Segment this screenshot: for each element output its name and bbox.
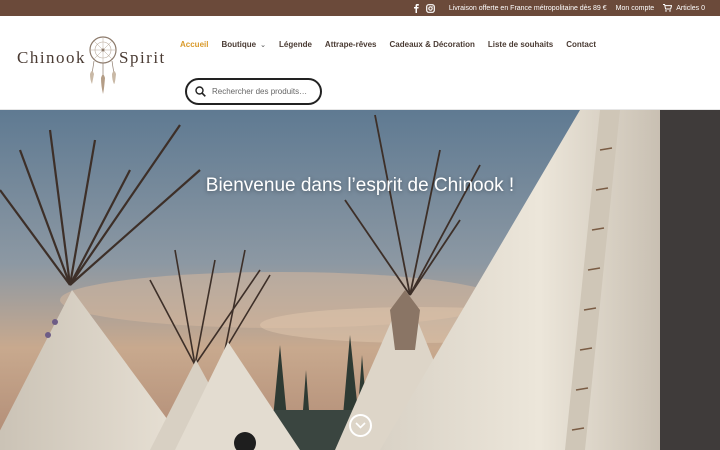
nav-item-attrape-reves[interactable]: Attrape-rêves bbox=[325, 40, 377, 49]
site-logo[interactable]: Chinook Spirit bbox=[17, 34, 169, 96]
search-icon[interactable] bbox=[195, 86, 206, 97]
chevron-down-icon: ⌄ bbox=[260, 41, 267, 49]
main-nav: Accueil Boutique ⌄ Légende Attrape-rêves… bbox=[180, 40, 609, 49]
hero-background-image bbox=[0, 110, 720, 450]
cart-label: Articles 0 bbox=[676, 4, 705, 12]
account-link[interactable]: Mon compte bbox=[616, 5, 655, 12]
hero-banner: Bienvenue dans l’esprit de Chinook ! bbox=[0, 110, 720, 450]
chevron-down-icon bbox=[355, 422, 366, 429]
instagram-icon[interactable] bbox=[425, 3, 435, 13]
nav-item-cadeaux-decoration[interactable]: Cadeaux & Décoration bbox=[390, 40, 475, 49]
search-input[interactable] bbox=[212, 87, 317, 96]
shipping-notice: Livraison offerte en France métropolitai… bbox=[448, 4, 607, 12]
scroll-down-button[interactable] bbox=[349, 414, 372, 437]
top-bar: Livraison offerte en France métropolitai… bbox=[0, 0, 720, 16]
hero-title: Bienvenue dans l’esprit de Chinook ! bbox=[205, 175, 515, 196]
site-header: Chinook Spirit Accueil Boutique ⌄ Légend… bbox=[0, 16, 720, 110]
cart-link[interactable]: Articles 0 bbox=[663, 4, 705, 12]
nav-item-label: Boutique bbox=[221, 40, 257, 49]
facebook-icon[interactable] bbox=[413, 3, 420, 13]
product-search[interactable] bbox=[185, 78, 322, 105]
cart-icon bbox=[663, 4, 673, 12]
nav-item-contact[interactable]: Contact bbox=[566, 40, 596, 49]
nav-item-accueil[interactable]: Accueil bbox=[180, 40, 208, 49]
dreamcatcher-icon bbox=[89, 36, 117, 94]
nav-item-liste-souhaits[interactable]: Liste de souhaits bbox=[488, 40, 553, 49]
logo-word-2: Spirit bbox=[119, 48, 166, 67]
logo-word-1: Chinook bbox=[17, 48, 87, 67]
nav-item-legende[interactable]: Légende bbox=[279, 40, 312, 49]
nav-item-boutique[interactable]: Boutique ⌄ bbox=[221, 40, 266, 49]
